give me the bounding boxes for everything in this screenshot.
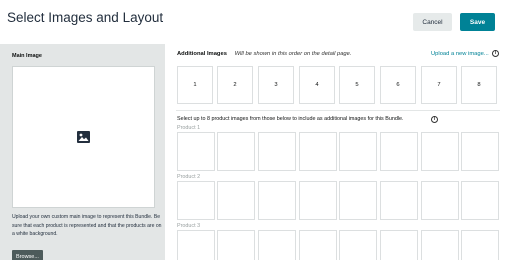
upload-new-image-link[interactable]: Upload a new image... — [431, 51, 489, 57]
product-1-image-2[interactable] — [217, 132, 255, 171]
browse-button[interactable]: Browse... — [12, 250, 43, 260]
image-icon — [77, 131, 90, 143]
product-1-image-6[interactable] — [380, 132, 418, 171]
image-slot-6[interactable]: 6 — [380, 66, 416, 104]
product-2-image-7[interactable] — [421, 181, 459, 220]
additional-images-label: Additional Images — [177, 51, 227, 57]
header-bar: Select Images and Layout Cancel Save — [0, 0, 512, 42]
main-image-panel: Main Image Upload your own custom main i… — [0, 44, 165, 260]
product-3-image-5[interactable] — [339, 230, 377, 260]
product-3-image-7[interactable] — [421, 230, 459, 260]
product-2-image-3[interactable] — [258, 181, 296, 220]
product-1-image-4[interactable] — [299, 132, 337, 171]
image-slot-7[interactable]: 7 — [421, 66, 457, 104]
product-3-image-1[interactable] — [177, 230, 215, 260]
product-selection-instruction: Select up to 8 product images from those… — [177, 116, 404, 122]
product-2-image-2[interactable] — [217, 181, 255, 220]
additional-images-note: Will be shown in this order on the detai… — [234, 51, 352, 57]
image-slot-8[interactable]: 8 — [461, 66, 497, 104]
image-slot-2[interactable]: 2 — [217, 66, 253, 104]
product-label: Product 2 — [177, 174, 201, 180]
product-1-image-8[interactable] — [461, 132, 499, 171]
product-3-image-3[interactable] — [258, 230, 296, 260]
product-2-image-1[interactable] — [177, 181, 215, 220]
page-title: Select Images and Layout — [7, 10, 164, 25]
save-button[interactable]: Save — [460, 13, 495, 31]
main-image-dropzone[interactable] — [12, 66, 155, 208]
image-slot-1[interactable]: 1 — [177, 66, 213, 104]
image-slot-4[interactable]: 4 — [299, 66, 335, 104]
product-1-image-5[interactable] — [339, 132, 377, 171]
product-label: Product 1 — [177, 125, 201, 131]
info-icon[interactable]: i — [492, 50, 499, 57]
product-3-image-6[interactable] — [380, 230, 418, 260]
product-3-image-4[interactable] — [299, 230, 337, 260]
product-3-image-2[interactable] — [217, 230, 255, 260]
image-slot-3[interactable]: 3 — [258, 66, 294, 104]
product-2-image-6[interactable] — [380, 181, 418, 220]
product-label: Product 3 — [177, 223, 201, 229]
image-slot-5[interactable]: 5 — [339, 66, 375, 104]
product-1-image-3[interactable] — [258, 132, 296, 171]
product-2-image-5[interactable] — [339, 181, 377, 220]
cancel-button[interactable]: Cancel — [413, 13, 452, 31]
main-image-help-text: Upload your own custom main image to rep… — [12, 214, 162, 238]
product-2-image-8[interactable] — [461, 181, 499, 220]
additional-images-header: Additional Images Will be shown in this … — [177, 51, 351, 57]
main-image-label: Main Image — [12, 53, 42, 59]
product-2-image-4[interactable] — [299, 181, 337, 220]
product-3-image-8[interactable] — [461, 230, 499, 260]
info-icon[interactable]: i — [431, 116, 438, 123]
product-1-image-7[interactable] — [421, 132, 459, 171]
product-1-image-1[interactable] — [177, 132, 215, 171]
section-divider — [176, 110, 500, 111]
